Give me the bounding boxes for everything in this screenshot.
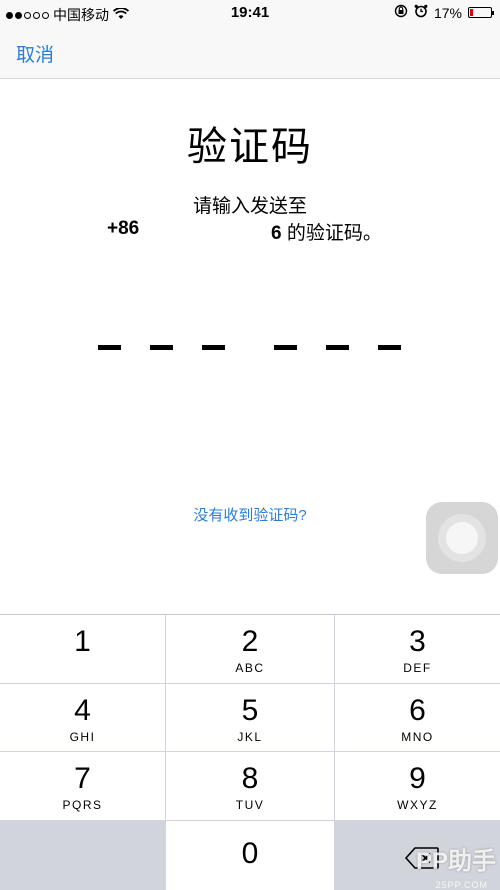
assistive-touch-icon[interactable] (426, 502, 498, 574)
page-title: 验证码 (187, 125, 313, 169)
key-digit: 4 (74, 694, 91, 727)
numeric-keypad: 1 2 ABC 3 DEF 4 GHI 5 JKL 6 MNO 7 PQRS 8… (0, 614, 500, 890)
key-letters: MNO (401, 730, 434, 744)
key-digit: 1 (74, 625, 91, 658)
key-digit: 7 (74, 762, 91, 795)
phone-last-digit: 6 (271, 223, 282, 244)
instruction-text: 请输入发送至 (192, 196, 307, 217)
key-5[interactable]: 5 JKL (166, 684, 334, 751)
key-letters: GHI (69, 730, 96, 744)
key-letters: WXYZ (397, 798, 438, 812)
status-bar: 中国移动 19:41 17% (0, 0, 500, 26)
key-digit: 5 (241, 694, 259, 727)
key-7[interactable]: 7 PQRS (0, 752, 165, 820)
key-2[interactable]: 2 ABC (166, 615, 334, 683)
key-letters: ABC (235, 661, 265, 675)
code-slot (150, 345, 173, 350)
instruction-tail: 的验证码。 (281, 223, 382, 244)
key-letters: TUV (235, 798, 265, 812)
cancel-button[interactable]: 取消 (16, 40, 54, 67)
key-digit: 8 (241, 762, 259, 795)
key-6[interactable]: 6 MNO (335, 684, 500, 751)
code-slot (202, 345, 225, 350)
key-digit: 9 (409, 762, 426, 795)
assistive-touch-center (446, 522, 478, 554)
key-1[interactable]: 1 (0, 615, 165, 683)
code-slot (274, 345, 297, 350)
code-slot (378, 345, 401, 350)
code-slot (326, 345, 349, 350)
key-3[interactable]: 3 DEF (335, 615, 500, 683)
key-digit: 3 (409, 625, 426, 658)
backspace-button[interactable]: PP助手 25PP.COM (335, 821, 500, 890)
key-9[interactable]: 9 WXYZ (335, 752, 500, 820)
battery-percent: 17% (433, 4, 462, 21)
key-digit: 6 (409, 694, 426, 727)
phone-number-tail: 6 的验证码。 (271, 218, 382, 245)
navigation-bar: 取消 (0, 26, 500, 79)
key-4[interactable]: 4 GHI (0, 684, 165, 751)
alarm-clock-icon (414, 4, 428, 21)
phone-country-code: +86 (107, 218, 140, 239)
key-8[interactable]: 8 TUV (166, 752, 334, 820)
battery-level-fill (470, 9, 474, 16)
status-right: 17% (394, 4, 494, 21)
code-slot (98, 345, 121, 350)
key-digit: 2 (241, 625, 259, 658)
key-letters: DEF (403, 661, 432, 675)
key-letters: JKL (237, 730, 263, 744)
key-letters: PQRS (62, 798, 103, 812)
resend-code-link[interactable]: 没有收到验证码? (0, 504, 500, 525)
key-blank (0, 821, 165, 890)
key-digit: 0 (241, 837, 259, 870)
key-0[interactable]: 0 (166, 821, 334, 890)
watermark-logo: PP助手 (415, 848, 496, 875)
rotation-lock-icon (394, 4, 408, 21)
battery-icon (468, 7, 494, 18)
